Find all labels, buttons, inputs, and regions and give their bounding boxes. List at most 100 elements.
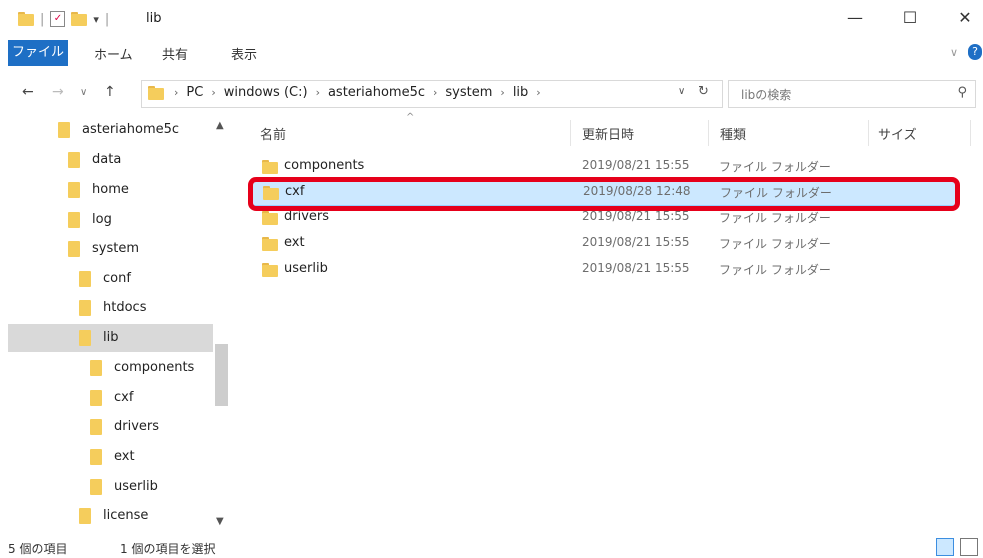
column-header-size[interactable]: サイズ (878, 124, 917, 143)
nav-item-drivers[interactable]: drivers (90, 413, 159, 441)
file-date: 2019/08/21 15:55 (582, 261, 690, 275)
file-type: ファイル フォルダー (720, 186, 832, 200)
folder-icon (68, 181, 84, 198)
minimize-button[interactable]: — (840, 8, 870, 30)
folder-icon (262, 236, 278, 252)
ribbon-tabs: ファイル ホーム 共有 表示 ∨ ? (0, 40, 983, 68)
help-icon[interactable]: ? (968, 44, 982, 60)
item-count: 5 個の項目 (8, 542, 68, 556)
folder-icon (18, 11, 34, 27)
folder-icon (90, 359, 106, 376)
nav-item-log[interactable]: log (68, 206, 112, 234)
folder-icon (262, 159, 278, 175)
folder-icon (79, 270, 95, 287)
scrollbar-thumb[interactable] (215, 344, 228, 406)
folder-icon (79, 507, 95, 524)
search-icon[interactable]: ⚲ (957, 85, 967, 100)
large-icons-view-icon[interactable] (960, 538, 978, 556)
folder-icon (90, 478, 106, 495)
recent-locations-icon[interactable]: ∨ (80, 87, 87, 98)
crumb-lib[interactable]: lib (513, 85, 528, 100)
file-row-cxf[interactable]: cxf 2019/08/28 12:48 ファイル フォルダー (252, 180, 956, 206)
nav-item-home[interactable]: home (68, 176, 129, 204)
address-bar[interactable]: › PC › windows (C:) › asteriahome5c › sy… (141, 80, 723, 108)
up-arrow-icon[interactable]: ↑ (104, 84, 116, 100)
nav-item-asteriahome5c[interactable]: asteriahome5c (58, 116, 218, 144)
folder-icon (58, 121, 74, 138)
nav-item-lib[interactable]: lib (8, 324, 213, 352)
nav-scrollbar[interactable]: ▲ ▼ (213, 118, 230, 534)
folder-icon (90, 448, 106, 465)
nav-item-label: home (92, 182, 129, 197)
folder-icon (90, 389, 106, 406)
nav-item-label: ext (114, 449, 135, 464)
folder-icon (68, 151, 84, 168)
tab-home[interactable]: ホーム (94, 44, 133, 63)
file-date: 2019/08/21 15:55 (582, 158, 690, 172)
folder-icon (262, 262, 278, 278)
file-row-ext[interactable]: ext 2019/08/21 15:55 ファイル フォルダー (252, 232, 954, 256)
column-header-type[interactable]: 種類 (720, 124, 746, 143)
nav-item-conf[interactable]: conf (79, 265, 131, 293)
crumb-asteriahome[interactable]: asteriahome5c (328, 85, 425, 100)
nav-item-components[interactable]: components (90, 354, 194, 382)
address-row: ← → ∨ ↑ › PC › windows (C:) › asteriahom… (0, 76, 983, 110)
breadcrumb: › PC › windows (C:) › asteriahome5c › sy… (174, 85, 541, 100)
nav-item-label: data (92, 152, 122, 167)
file-name: cxf (285, 184, 305, 199)
close-button[interactable]: ✕ (950, 8, 980, 30)
nav-item-label: log (92, 212, 112, 227)
crumb-system[interactable]: system (445, 85, 492, 100)
refresh-icon[interactable]: ↻ (698, 84, 709, 99)
tab-share[interactable]: 共有 (162, 44, 188, 63)
file-list: ^ 名前 更新日時 種類 サイズ components 2019/08/21 1… (240, 112, 980, 534)
crumb-pc[interactable]: PC (186, 85, 203, 100)
title-bar: | ✓ ▾ | lib — ☐ ✕ (0, 0, 983, 40)
maximize-button[interactable]: ☐ (895, 8, 925, 30)
properties-icon[interactable]: ✓ (50, 11, 66, 27)
file-row-userlib[interactable]: userlib 2019/08/21 15:55 ファイル フォルダー (252, 258, 954, 282)
file-type: ファイル フォルダー (719, 160, 831, 174)
folder-icon (262, 210, 278, 226)
tab-file[interactable]: ファイル (8, 40, 68, 66)
nav-item-userlib[interactable]: userlib (90, 473, 158, 501)
column-header-name[interactable]: 名前 (260, 124, 286, 143)
expand-ribbon-icon[interactable]: ∨ (950, 46, 958, 59)
column-header-date[interactable]: 更新日時 (582, 124, 634, 143)
nav-item-label: htdocs (103, 300, 147, 315)
nav-item-htdocs[interactable]: htdocs (79, 294, 146, 322)
nav-item-label: drivers (114, 419, 160, 434)
nav-item-ext[interactable]: ext (90, 443, 135, 471)
new-folder-icon[interactable] (71, 11, 88, 27)
tab-view[interactable]: 表示 (231, 44, 257, 63)
nav-item-label: lib (103, 330, 119, 345)
nav-item-cxf[interactable]: cxf (90, 384, 133, 412)
details-view-icon[interactable] (936, 538, 954, 556)
nav-item-license[interactable]: license (79, 502, 148, 530)
search-input[interactable]: libの検索 ⚲ (728, 80, 976, 108)
nav-item-label: system (92, 241, 139, 256)
search-placeholder: libの検索 (741, 88, 792, 102)
file-name: ext (284, 235, 305, 250)
scroll-up-icon[interactable]: ▲ (216, 120, 224, 131)
nav-item-label: license (103, 508, 149, 523)
back-arrow-icon[interactable]: ← (22, 84, 34, 100)
folder-icon (68, 211, 84, 228)
folder-icon (148, 85, 164, 101)
nav-item-label: asteriahome5c (82, 122, 180, 137)
folder-icon (79, 299, 95, 316)
file-row-components[interactable]: components 2019/08/21 15:55 ファイル フォルダー (252, 155, 954, 179)
crumb-drive[interactable]: windows (C:) (224, 85, 308, 100)
file-date: 2019/08/21 15:55 (582, 209, 690, 223)
nav-item-system[interactable]: system (68, 235, 139, 263)
forward-arrow-icon[interactable]: → (52, 84, 64, 100)
file-row-drivers[interactable]: drivers 2019/08/21 15:55 ファイル フォルダー (252, 206, 954, 230)
scroll-down-icon[interactable]: ▼ (216, 516, 224, 527)
window-title: lib (146, 11, 162, 26)
nav-item-data[interactable]: data (68, 146, 121, 174)
navigation-pane: asteriahome5c data home log system conf … (0, 116, 232, 534)
customize-toolbar-icon[interactable]: ▾ (93, 13, 99, 26)
sort-ascending-icon: ^ (406, 112, 415, 123)
file-name: components (284, 158, 365, 173)
address-history-icon[interactable]: ∨ (678, 86, 685, 97)
